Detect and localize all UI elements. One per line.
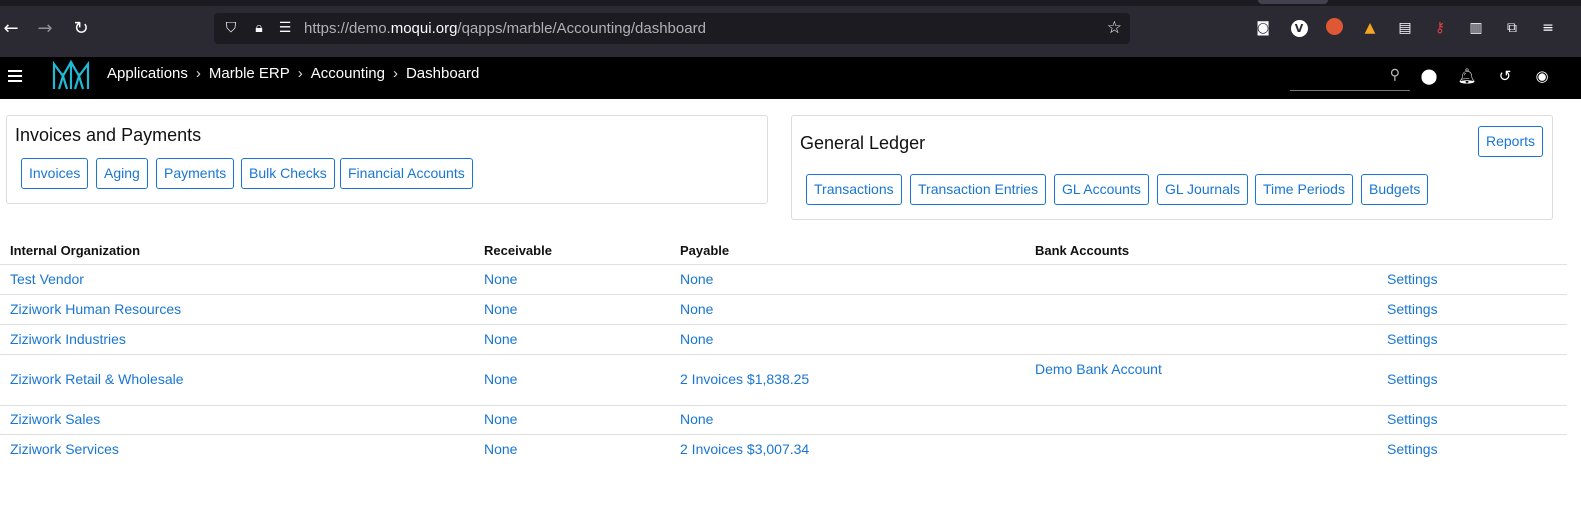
forward-icon[interactable]: → [34,18,56,40]
org-link[interactable]: Test Vendor [10,271,84,287]
org-link[interactable]: Ziziwork Services [10,441,119,457]
payable-link[interactable]: None [680,301,713,317]
menu-icon[interactable] [8,67,26,85]
url-text[interactable]: https://demo.moqui.org/qapps/marble/Acco… [304,20,706,37]
general-ledger-panel: General Ledger Reports Transactions Tran… [791,115,1553,220]
settings-link[interactable]: Settings [1387,411,1438,427]
payable-link[interactable]: None [680,331,713,347]
org-link[interactable]: Ziziwork Retail & Wholesale [10,371,184,387]
payable-link[interactable]: None [680,411,713,427]
address-bar[interactable]: ⛉ 🔒︎ ☰ https://demo.moqui.org/qapps/marb… [214,13,1130,44]
bulk-checks-button[interactable]: Bulk Checks [241,158,335,189]
breadcrumb-applications[interactable]: Applications [107,65,188,82]
receivable-link[interactable]: None [484,271,517,287]
bookmark-star-icon[interactable]: ☆ [1107,18,1122,38]
receivable-link[interactable]: None [484,371,517,387]
receivable-link[interactable]: None [484,301,517,317]
chevron-right-icon: › [297,65,303,82]
reports-button[interactable]: Reports [1478,126,1544,157]
table-row: Ziziwork Services None 2 Invoices $3,007… [0,435,1567,465]
settings-link[interactable]: Settings [1387,371,1438,387]
duckduckgo-extension-icon[interactable] [1324,18,1344,38]
breadcrumb-dashboard[interactable]: Dashboard [406,65,479,82]
gl-journals-button[interactable]: GL Journals [1157,174,1248,205]
receivable-link[interactable]: None [484,331,517,347]
column-header-organization: Internal Organization [10,243,141,258]
url-prefix: https://demo. [304,20,391,37]
page-info-icon[interactable]: ☰ [276,19,294,37]
invoices-panel-title: Invoices and Payments [15,125,202,145]
lock-icon[interactable]: 🔒︎ [250,19,268,37]
shield-icon[interactable]: ⛉ [222,19,240,37]
search-icon[interactable]: ⚲ [1390,67,1400,83]
budgets-button[interactable]: Budgets [1361,174,1429,205]
financial-accounts-button[interactable]: Financial Accounts [340,158,473,189]
org-link[interactable]: Ziziwork Sales [10,411,100,427]
location-pin-icon[interactable]: ⬤ [1418,65,1440,87]
breadcrumb-marble-erp[interactable]: Marble ERP [209,65,290,82]
key-extension-icon[interactable]: ⚷ [1430,18,1450,38]
breadcrumb: Applications › Marble ERP › Accounting ›… [107,65,479,82]
column-header-receivable: Receivable [484,243,552,258]
history-icon[interactable]: ↺ [1494,65,1516,87]
tab-strip [0,0,1581,6]
column-header-payable: Payable [680,243,730,258]
table-row: Ziziwork Human Resources None None Setti… [0,295,1567,325]
invoices-payments-panel: Invoices and Payments Invoices Aging Pay… [6,115,768,204]
url-path: /qapps/marble/Accounting/dashboard [457,20,706,37]
chevron-right-icon: › [392,65,398,82]
receivable-link[interactable]: None [484,411,517,427]
search-input[interactable]: ⚲ [1290,63,1410,91]
chevron-right-icon: › [195,65,201,82]
url-domain: moqui.org [390,20,458,37]
marble-logo[interactable] [51,58,91,92]
browser-menu-icon[interactable]: ≡ [1538,18,1558,38]
settings-link[interactable]: Settings [1387,441,1438,457]
table-row: Ziziwork Retail & Wholesale None 2 Invoi… [0,355,1567,406]
transactions-button[interactable]: Transactions [806,174,902,205]
table-row: Test Vendor None None Settings [0,265,1567,295]
time-periods-button[interactable]: Time Periods [1255,174,1353,205]
browser-toolbar: ← → ↻ ⛉ 🔒︎ ☰ https://demo.moqui.org/qapp… [0,0,1581,57]
back-icon[interactable]: ← [0,18,22,40]
payments-button[interactable]: Payments [156,158,235,189]
transaction-entries-button[interactable]: Transaction Entries [910,174,1047,205]
breadcrumb-accounting[interactable]: Accounting [311,65,385,82]
pocket-icon[interactable]: ◙ [1253,18,1273,38]
table-row: Ziziwork Industries None None Settings [0,325,1567,355]
settings-link[interactable]: Settings [1387,271,1438,287]
payable-link[interactable]: 2 Invoices $3,007.34 [680,441,809,457]
gl-accounts-button[interactable]: GL Accounts [1054,174,1149,205]
account-icon[interactable]: ◉ [1531,65,1553,87]
reload-icon[interactable]: ↻ [70,18,92,40]
vlc-extension-icon[interactable]: ▲ [1360,18,1380,38]
active-tab-indicator[interactable] [1258,0,1328,4]
payable-link[interactable]: None [680,271,713,287]
column-header-bank-accounts: Bank Accounts [1035,243,1130,258]
invoices-button[interactable]: Invoices [21,158,89,189]
bank-account-link[interactable]: Demo Bank Account [1035,361,1162,377]
payable-link[interactable]: 2 Invoices $1,838.25 [680,371,809,387]
notifications-bell-icon[interactable]: 🔔︎ [1456,65,1478,87]
notes-extension-icon[interactable]: ▤ [1395,18,1415,38]
org-link[interactable]: Ziziwork Industries [10,331,126,347]
settings-link[interactable]: Settings [1387,331,1438,347]
extensions-puzzle-icon[interactable]: ⧉ [1502,18,1522,38]
vivaldi-extension-icon[interactable]: V [1289,18,1309,38]
aging-button[interactable]: Aging [96,158,148,189]
gl-panel-title: General Ledger [800,133,926,153]
org-link[interactable]: Ziziwork Human Resources [10,301,181,317]
table-row: Ziziwork Sales None None Settings [0,406,1567,435]
app-header: Applications › Marble ERP › Accounting ›… [0,57,1581,99]
grid-extension-icon[interactable]: ▥ [1466,18,1486,38]
receivable-link[interactable]: None [484,441,517,457]
settings-link[interactable]: Settings [1387,301,1438,317]
